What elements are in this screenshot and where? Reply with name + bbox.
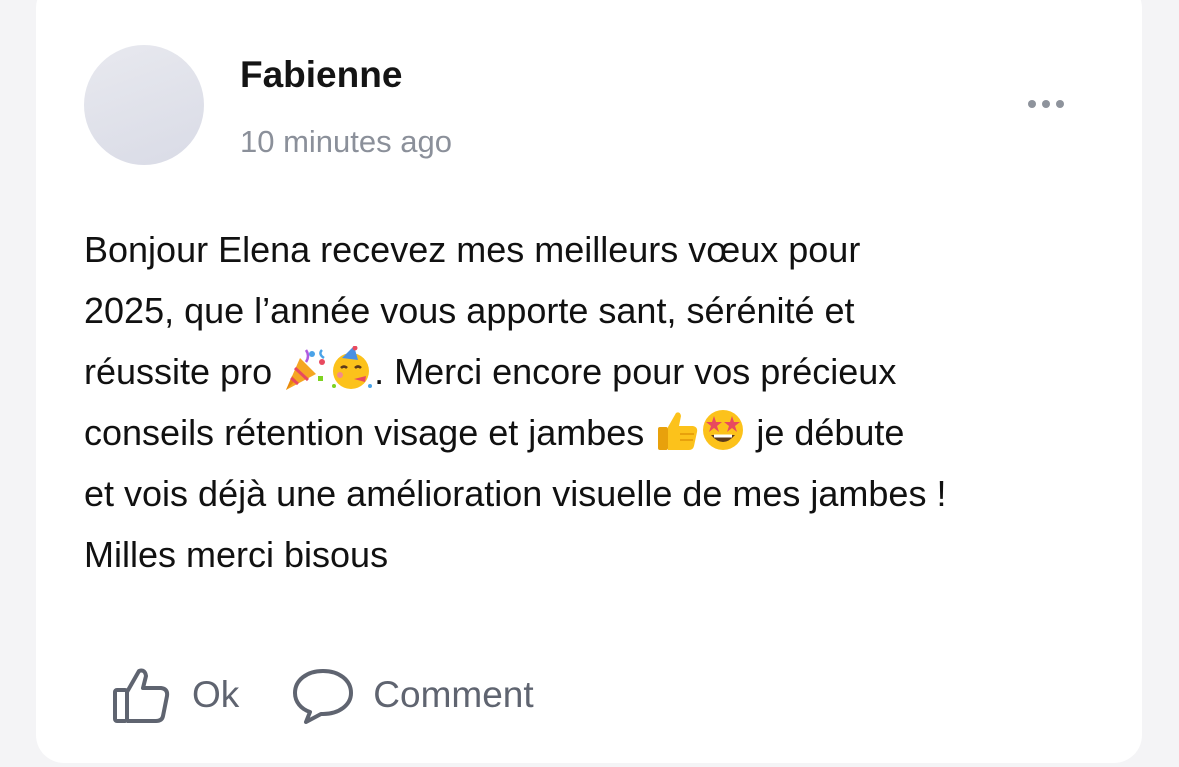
like-button[interactable]: Ok bbox=[112, 666, 239, 724]
post-text-segment: . Merci encore pour vos précieux bbox=[374, 351, 897, 392]
thumbs-up-icon bbox=[112, 666, 170, 724]
like-label: Ok bbox=[192, 674, 240, 715]
more-options-button[interactable] bbox=[1016, 86, 1076, 122]
post-actions: Ok Comment bbox=[112, 660, 534, 730]
post-text-segment: conseils rétention visage et jambes bbox=[84, 412, 655, 453]
comment-bubble-icon bbox=[291, 666, 355, 724]
post-text-line: Bonjour Elena recevez mes meilleurs vœux… bbox=[84, 229, 861, 270]
star-struck-emoji-icon bbox=[700, 407, 746, 453]
avatar[interactable] bbox=[84, 45, 204, 165]
more-horizontal-icon bbox=[1056, 100, 1064, 108]
post-text-line: 2025, que l’année vous apporte sant, sér… bbox=[84, 290, 855, 331]
post-text-line: Milles merci bisous bbox=[84, 534, 389, 575]
post-text-line: conseils rétention visage et jambes je d… bbox=[84, 402, 1124, 463]
more-horizontal-icon bbox=[1028, 100, 1036, 108]
comment-label: Comment bbox=[373, 674, 534, 715]
more-horizontal-icon bbox=[1042, 100, 1050, 108]
post-timestamp: 10 minutes ago bbox=[240, 124, 452, 159]
post-text-segment: je débute bbox=[746, 412, 905, 453]
author-name[interactable]: Fabienne bbox=[240, 54, 402, 96]
post-text-line: réussite pro . Merci encore pour vos pré… bbox=[84, 341, 1124, 402]
party-popper-emoji-icon bbox=[282, 346, 328, 392]
comment-button[interactable]: Comment bbox=[291, 666, 534, 724]
thumbs-up-emoji-icon bbox=[654, 407, 700, 453]
post-body: Bonjour Elena recevez mes meilleurs vœux… bbox=[84, 219, 1124, 585]
post-text-segment: réussite pro bbox=[84, 351, 283, 392]
partying-face-emoji-icon bbox=[328, 346, 374, 392]
post-text-line: et vois déjà une amélioration visuelle d… bbox=[84, 473, 947, 514]
